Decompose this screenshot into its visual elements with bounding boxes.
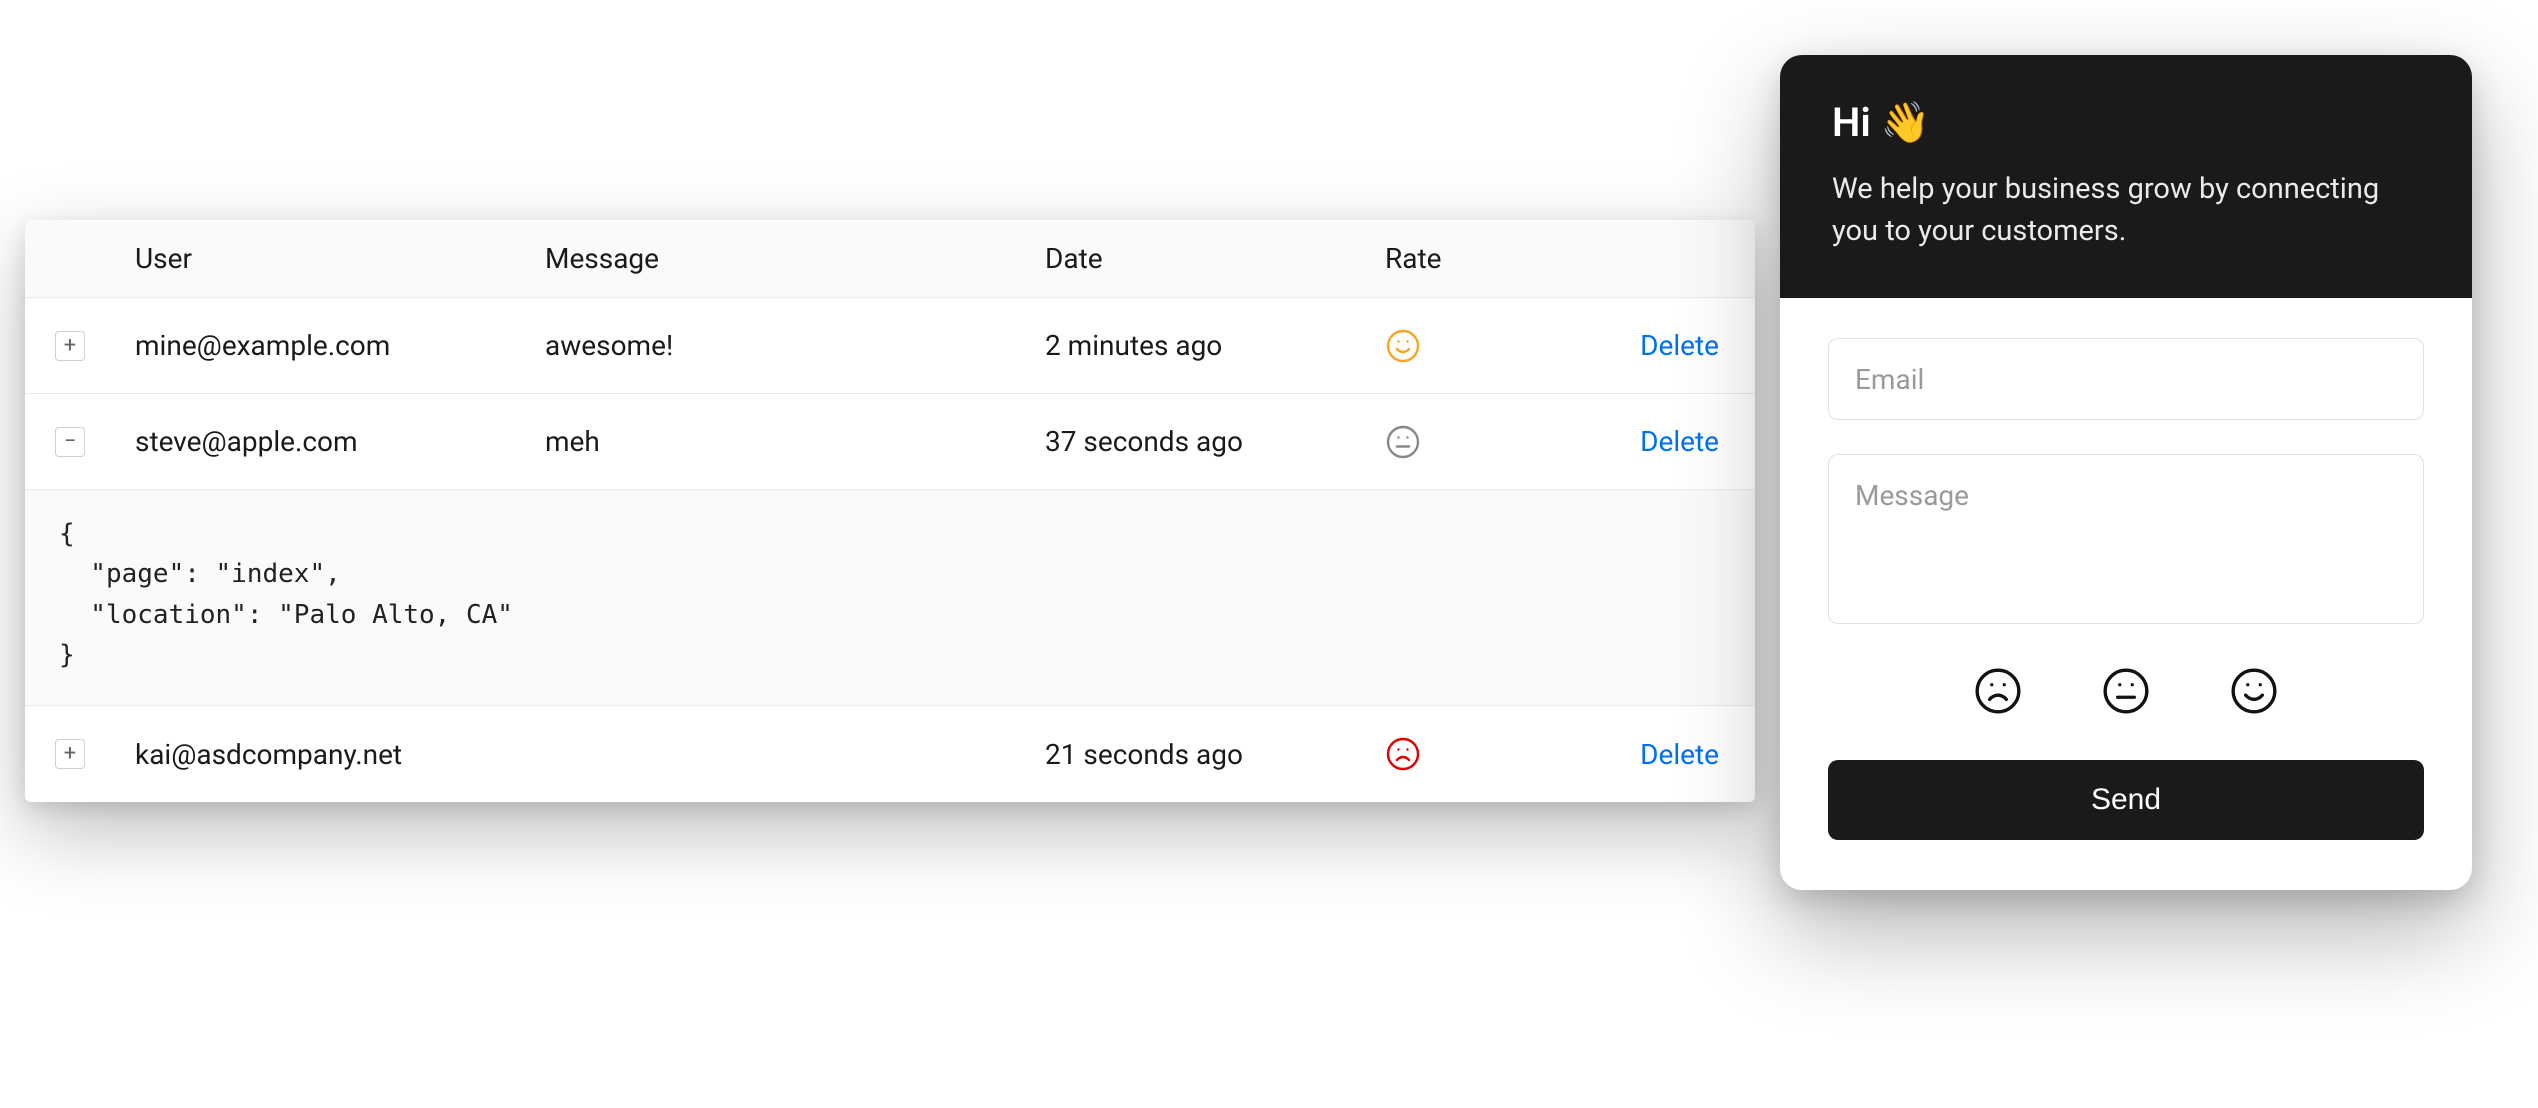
cell-date: 21 seconds ago [1045,738,1385,771]
message-field[interactable] [1828,454,2424,624]
feedback-table: User Message Date Rate + mine@example.co… [25,220,1755,802]
table-header-row: User Message Date Rate [25,220,1755,298]
meh-icon [1385,424,1421,460]
table-row: + mine@example.com awesome! 2 minutes ag… [25,298,1755,394]
widget-header: Hi 👋 We help your business grow by conne… [1780,55,2472,298]
expand-button[interactable]: + [55,331,85,361]
expand-button[interactable]: + [55,739,85,769]
col-date-header: Date [1045,242,1385,275]
rating-row [1828,666,2424,720]
cell-user: kai@asdcompany.net [125,738,545,771]
delete-button[interactable]: Delete [1640,738,1719,771]
rate-neutral-button[interactable] [2101,666,2151,720]
cell-user: steve@apple.com [125,425,545,458]
expanded-json-panel: { "page": "index", "location": "Palo Alt… [25,490,1755,706]
table-row: − steve@apple.com meh 37 seconds ago Del… [25,394,1755,490]
col-user-header: User [125,242,545,275]
cell-message: meh [545,425,1045,458]
cell-date: 37 seconds ago [1045,425,1385,458]
cell-date: 2 minutes ago [1045,329,1385,362]
send-button[interactable]: Send [1828,760,2424,840]
col-message-header: Message [545,242,1045,275]
widget-title-text: Hi [1832,99,1871,146]
feedback-widget: Hi 👋 We help your business grow by conne… [1780,55,2472,890]
frown-icon [1385,736,1421,772]
table-row: + kai@asdcompany.net 21 seconds ago Dele… [25,706,1755,802]
email-field[interactable] [1828,338,2424,420]
col-rate-header: Rate [1385,242,1585,275]
cell-message: awesome! [545,329,1045,362]
smile-icon [1385,328,1421,364]
delete-button[interactable]: Delete [1640,425,1719,458]
wave-icon: 👋 [1881,99,1931,146]
widget-title: Hi 👋 [1832,99,2420,146]
widget-body: Send [1780,298,2472,890]
delete-button[interactable]: Delete [1640,329,1719,362]
widget-subtitle: We help your business grow by connecting… [1832,168,2420,252]
rate-sad-button[interactable] [1973,666,2023,720]
collapse-button[interactable]: − [55,427,85,457]
cell-user: mine@example.com [125,329,545,362]
rate-happy-button[interactable] [2229,666,2279,720]
